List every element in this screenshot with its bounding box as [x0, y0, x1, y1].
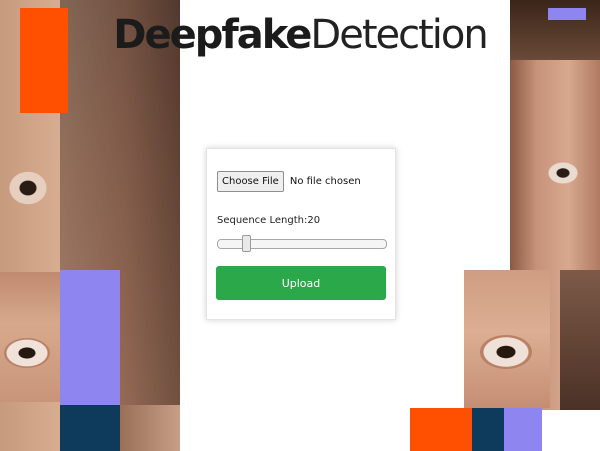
- left-chin-image: [120, 405, 180, 451]
- file-picker: Choose File No file chosen: [217, 171, 361, 192]
- orange-block-bottom: [410, 408, 472, 451]
- page-title: DeepfakeDetection: [0, 12, 600, 58]
- lavender-block: [60, 270, 120, 405]
- right-eye-image: [545, 160, 581, 186]
- title-bold: Deepfake: [113, 12, 312, 58]
- left-eye-closeup-image: [0, 272, 60, 402]
- sequence-slider-thumb[interactable]: [242, 235, 252, 252]
- lavender-block-bottom: [504, 408, 542, 451]
- right-face-collage: [410, 0, 600, 451]
- navy-block-bottom: [472, 408, 504, 451]
- right-eye-closeup-iris: [480, 335, 532, 369]
- left-face-collage: [0, 0, 190, 451]
- file-status-text: No file chosen: [289, 176, 361, 187]
- sequence-length-label: Sequence Length:20: [217, 215, 320, 226]
- left-eye-image: [0, 160, 60, 210]
- navy-block: [60, 405, 120, 451]
- choose-file-button[interactable]: Choose File: [217, 171, 284, 192]
- upload-card: Choose File No file chosen Sequence Leng…: [206, 148, 396, 320]
- title-light: Detection: [310, 12, 488, 58]
- sequence-label-text: Sequence Length:: [217, 215, 308, 226]
- upload-button[interactable]: Upload: [216, 266, 386, 300]
- left-eye-closeup-iris: [4, 338, 50, 368]
- right-beard-image: [560, 270, 600, 410]
- sequence-value: 20: [307, 215, 321, 226]
